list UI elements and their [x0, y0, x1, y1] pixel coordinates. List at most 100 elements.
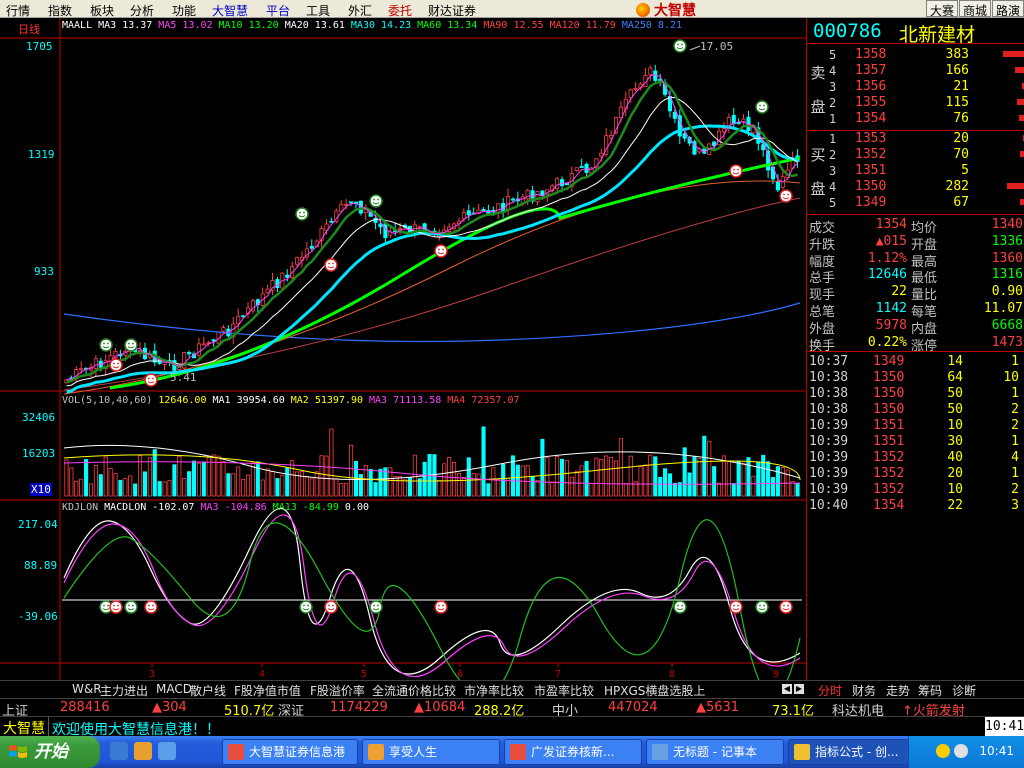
menu-item-gongneng[interactable]: 功能 [172, 2, 196, 19]
menu-item-hangqing[interactable]: 行情 [6, 2, 30, 19]
menu-item-caida[interactable]: 财达证券 [428, 2, 476, 19]
volume-bar [221, 460, 226, 497]
menu-item-dazhihui[interactable]: 大智慧 [212, 2, 248, 19]
kline-chart-svg[interactable]: 3 4 5 6 7 8 9 [0, 18, 806, 680]
menu-item-fenxi[interactable]: 分析 [130, 2, 154, 19]
volume-bar [324, 455, 329, 497]
candle-body [196, 343, 201, 356]
luyan-button[interactable]: 路演 [991, 0, 1024, 18]
buy-row[interactable]: 5 1349 67 [807, 195, 1024, 211]
x-tick-label: 5 [361, 669, 367, 680]
candle-body [761, 144, 766, 151]
view-tab[interactable]: 筹码 [918, 682, 942, 699]
view-tab[interactable]: 诊断 [952, 682, 976, 699]
indicator-tab[interactable]: 主力进出 [100, 682, 148, 699]
indicator-tab[interactable]: 散户线 [190, 682, 226, 699]
buy-row[interactable]: 1 1353 20 [807, 131, 1024, 147]
tray-volume-icon[interactable] [954, 744, 968, 758]
indicator-tab[interactable]: W&R [72, 682, 102, 696]
signal-buy-icon [324, 258, 338, 272]
taskbar-window-button[interactable]: 广发证券核新... [504, 739, 642, 765]
volume-bar [123, 478, 128, 497]
buy-row[interactable]: 3 1351 5 [807, 163, 1024, 179]
tick-row[interactable]: 10:39 1351 10 2 [807, 418, 1024, 434]
menu-item-gongju[interactable]: 工具 [306, 2, 330, 19]
indicator-tab[interactable]: F股溢价率 [310, 682, 365, 699]
ie-icon[interactable] [110, 742, 128, 760]
sell-row[interactable]: 1 1354 76 [807, 111, 1024, 127]
tray-app-icon[interactable] [936, 744, 950, 758]
tick-row[interactable]: 10:38 1350 50 2 [807, 402, 1024, 418]
view-tab[interactable]: 分时 [818, 682, 842, 699]
volume-bar [368, 468, 373, 497]
menu-item-bankuai[interactable]: 板块 [90, 2, 114, 19]
taskbar-window-button[interactable]: 无标题 - 记事本 [646, 739, 784, 765]
index-ticker-strip: 上证 288416 ▲304 510.7亿 深证 1174229 ▲10684 288.2亿中… [0, 698, 1024, 719]
view-tab[interactable]: 财务 [852, 682, 876, 699]
taskbar-window-button[interactable]: 指标公式 - 创... [788, 739, 918, 765]
buy-row[interactable]: 4 1350 282 [807, 179, 1024, 195]
dasai-button[interactable]: 大赛 [925, 0, 958, 18]
signal-buy-icon [144, 373, 158, 387]
sell-volume-bar [1019, 115, 1024, 121]
vol_legend-item: VOL(5,10,40,60) [62, 395, 153, 406]
volume-bar [721, 455, 727, 497]
macd_legend-item: 0.00 [344, 502, 369, 513]
tabs-prev-icon[interactable]: ◀ [782, 684, 792, 694]
start-button[interactable]: 开始 [0, 736, 100, 768]
tick-row[interactable]: 10:39 1352 20 1 [807, 466, 1024, 482]
volume-bar [88, 483, 94, 497]
tick-row[interactable]: 10:39 1351 30 1 [807, 434, 1024, 450]
tick-row[interactable]: 10:37 1349 14 1 [807, 354, 1024, 370]
sell-level: 2 [829, 96, 837, 110]
x-tick-label: 7 [555, 669, 561, 680]
candle-body [466, 210, 471, 216]
sell-row[interactable]: 5 1358 383 [807, 47, 1024, 63]
tick-volume: 10 [947, 418, 963, 433]
index-cell: 288416 [60, 700, 110, 715]
indicator-tab[interactable]: HPXGS横盘选股上 [604, 682, 705, 699]
brand-logo: 大智慧 [636, 0, 696, 19]
menu-item-waihui[interactable]: 外汇 [348, 2, 372, 19]
menu-item-pingtai[interactable]: 平台 [266, 2, 290, 19]
volume-bar [692, 456, 697, 497]
tick-row[interactable]: 10:38 1350 50 1 [807, 386, 1024, 402]
tabs-next-icon[interactable]: ▶ [794, 684, 804, 694]
vol-axis-multiplier[interactable]: X10 [30, 483, 52, 496]
indicator-tab[interactable]: F股净值市值 [234, 682, 301, 699]
sell-row[interactable]: 3 1356 21 [807, 79, 1024, 95]
tick-row[interactable]: 10:39 1352 40 4 [807, 450, 1024, 466]
outlook-icon[interactable] [134, 742, 152, 760]
taskbar-window-button[interactable]: 大智慧证券信息港 [222, 739, 358, 765]
shangcheng-button[interactable]: 商城 [958, 0, 991, 18]
tick-row[interactable]: 10:38 1350 64 10 [807, 370, 1024, 386]
sell-row[interactable]: 2 1355 115 [807, 95, 1024, 111]
menu-item-zhishu[interactable]: 指数 [48, 2, 72, 19]
price_legend-item: MA10 13.20 [218, 20, 279, 31]
volume-bar [402, 479, 408, 497]
show-desktop-icon[interactable] [158, 742, 176, 760]
indicator-tab[interactable]: 全流通价格比较 [372, 682, 456, 699]
stock-code[interactable]: 000786 [813, 20, 882, 42]
sell-row[interactable]: 4 1357 166 [807, 63, 1024, 79]
menu-item-weituo[interactable]: 委托 [388, 2, 412, 19]
tick-count: 1 [1011, 466, 1019, 481]
indicator-tab[interactable]: MACD [156, 682, 192, 696]
indicator-tab[interactable]: 市净率比较 [464, 682, 524, 699]
buy-volume-bar [1020, 199, 1024, 205]
tick-row[interactable]: 10:40 1354 22 3 [807, 498, 1024, 514]
volume-bar [437, 480, 442, 497]
signal-sell-icon [755, 100, 769, 114]
app-clock: 10:41 [984, 717, 1024, 737]
price_legend-item: MA20 13.61 [284, 20, 345, 31]
candle-body [672, 111, 677, 119]
view-tab[interactable]: 走势 [886, 682, 910, 699]
indicator-tab[interactable]: 市盈率比较 [534, 682, 594, 699]
kline-chart-area[interactable]: 3 4 5 6 7 8 9 日线 MAALL MA3 13.37 MA5 13.02 MA10 1… [0, 18, 806, 680]
tick-row[interactable]: 10:39 1352 10 2 [807, 482, 1024, 498]
price_legend-item: MA30 14.23 [350, 20, 412, 31]
taskbar-window-button[interactable]: 享受人生 [362, 739, 500, 765]
stock-name[interactable]: 北新建材 [899, 20, 975, 47]
buy-row[interactable]: 2 1352 70 [807, 147, 1024, 163]
stat-value: 1473 [991, 334, 1023, 350]
